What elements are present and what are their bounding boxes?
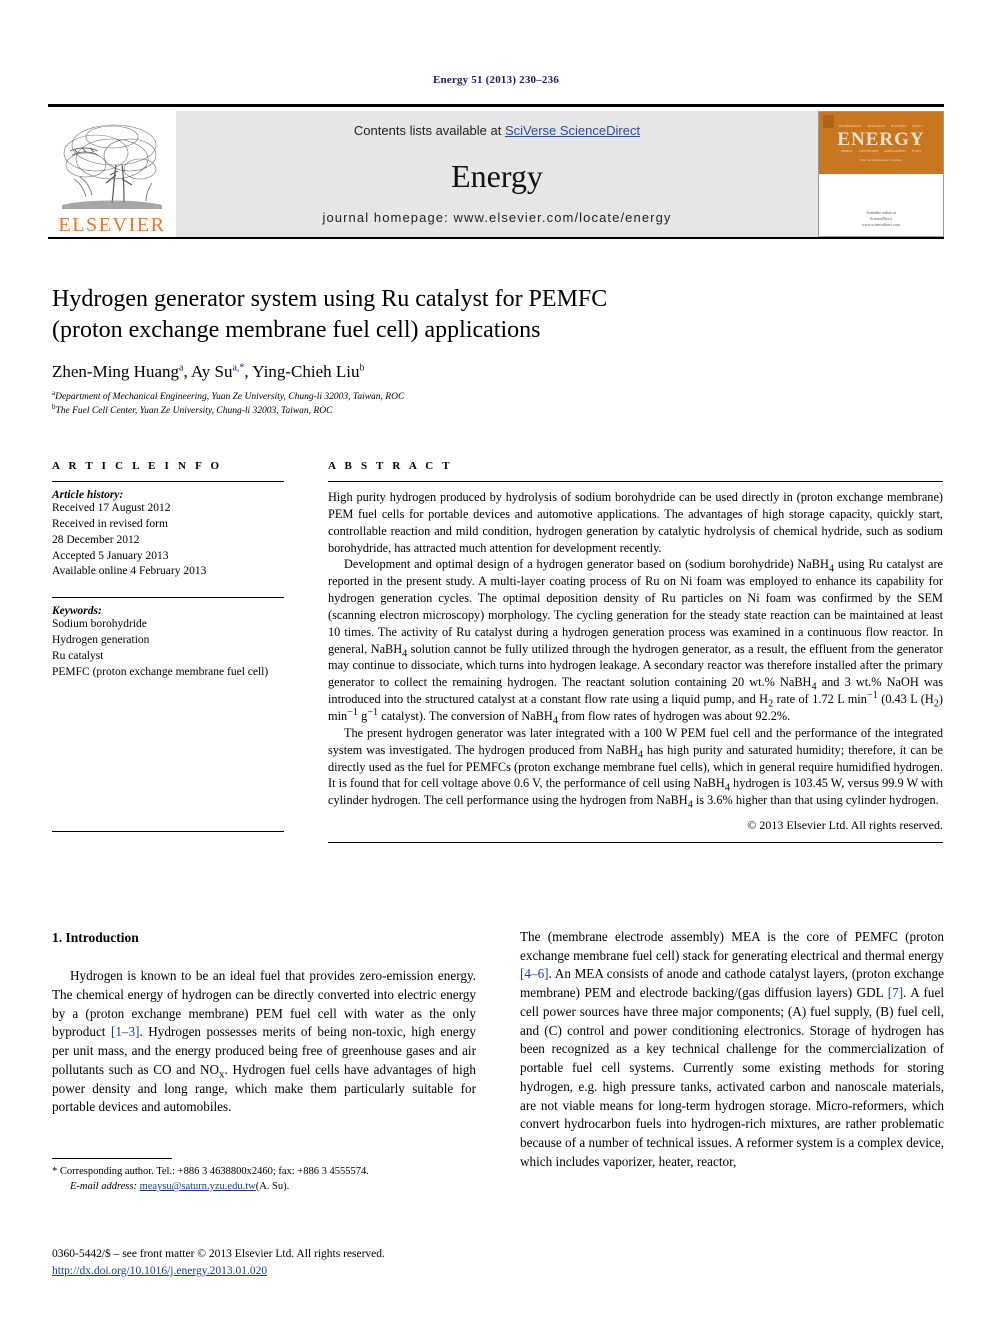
journal-homepage[interactable]: journal homepage: www.elsevier.com/locat… — [322, 210, 671, 225]
elsevier-tree-icon — [56, 119, 168, 215]
keyword-item: Ru catalyst — [52, 650, 104, 663]
footnote-block: * Corresponding author. Tel.: +886 3 463… — [52, 1158, 476, 1194]
cover-subtitle: The International Journal — [859, 158, 903, 162]
elsevier-wordmark: ELSEVIER — [58, 214, 166, 236]
article-info-rule — [52, 481, 284, 482]
keyword-item: Hydrogen generation — [52, 634, 150, 647]
journal-banner: ELSEVIER Contents lists available at Sci… — [48, 104, 944, 239]
issn-copyright-line: 0360-5442/$ – see front matter © 2013 El… — [52, 1248, 385, 1260]
cover-tiny-label: MANAGEMENT — [884, 149, 906, 153]
keyword-item: PEMFC (proton exchange membrane fuel cel… — [52, 665, 269, 678]
cover-tiny-label: CONVERSION — [858, 149, 879, 153]
contents-list-line: Contents lists available at SciVerse Sci… — [354, 123, 640, 138]
cover-title: ENERGY — [837, 129, 925, 150]
author-name: Ying-Chieh Liu — [252, 362, 360, 382]
abstract-paragraph: Development and optimal design of a hydr… — [328, 557, 944, 727]
abstract-rule — [328, 481, 943, 482]
affiliation-list: aDepartment of Mechanical Engineering, Y… — [52, 390, 752, 419]
page-title: Hydrogen generator system using Ru catal… — [52, 284, 752, 345]
cover-logo-mark — [823, 115, 834, 128]
abstract-block: A B S T R A C T High purity hydrogen pro… — [328, 460, 944, 844]
corresponding-author-note: * Corresponding author. Tel.: +886 3 463… — [52, 1166, 369, 1177]
abstract-heading: A B S T R A C T — [328, 460, 453, 472]
cover-footer-line3: www.sciencedirect.com — [861, 222, 901, 227]
history-item: Available online 4 February 2013 — [52, 565, 207, 578]
history-item: Received 17 August 2012 — [52, 502, 171, 514]
author-mark: a — [179, 362, 184, 374]
paper-page: Energy 51 (2013) 230–236 ELSEVIER Conten… — [0, 0, 992, 1323]
author-mark: a,* — [232, 362, 245, 374]
abstract-copyright: © 2013 Elsevier Ltd. All rights reserved… — [747, 818, 943, 833]
history-item: Accepted 5 January 2013 — [52, 549, 169, 562]
imprint-block: 0360-5442/$ – see front matter © 2013 El… — [52, 1246, 552, 1279]
cover-tiny-label: RESOURCES — [867, 124, 885, 128]
author-mark: b — [359, 362, 365, 374]
section-heading-introduction: 1. Introduction — [52, 930, 139, 945]
author-list: Zhen-Ming Huanga, Ay Sua,*, Ying-Chieh L… — [52, 362, 365, 382]
article-history-list: Received 17 August 2012 Received in revi… — [52, 501, 284, 580]
journal-cover-thumbnail: TECHNOLOGIES RESOURCES PLANNING POLICY E… — [818, 111, 944, 237]
abstract-bottom-rule — [328, 842, 943, 844]
cover-tiny-label: PLANNING — [891, 124, 907, 128]
abstract-paragraph: High purity hydrogen produced by hydroly… — [328, 490, 943, 555]
intro-paragraph-left: Hydrogen is known to be an ideal fuel th… — [52, 968, 476, 1115]
affiliation-item: bThe Fuel Cell Center, Yuan Ze Universit… — [52, 404, 752, 419]
history-item: 28 December 2012 — [52, 533, 140, 546]
affiliation-item: aDepartment of Mechanical Engineering, Y… — [52, 390, 752, 405]
body-column-right: The (membrane electrode assembly) MEA is… — [520, 928, 944, 1172]
article-history-label: Article history: — [52, 489, 124, 501]
cover-tiny-labels-top: TECHNOLOGIES RESOURCES PLANNING POLICY — [839, 124, 923, 128]
cover-tiny-label: POLICY — [912, 124, 924, 128]
footnote-rule — [52, 1158, 172, 1159]
journal-title: Energy — [451, 158, 543, 194]
title-block: Hydrogen generator system using Ru catal… — [52, 284, 752, 419]
banner-bottom-rule — [48, 237, 944, 239]
cover-top-band: TECHNOLOGIES RESOURCES PLANNING POLICY E… — [819, 112, 943, 174]
info-bottom-rule — [52, 830, 284, 832]
cover-tiny-label: FUELS — [912, 149, 922, 153]
keywords-label: Keywords: — [52, 605, 102, 618]
keyword-item: Sodium borohydride — [52, 618, 147, 631]
banner-center: Contents lists available at SciVerse Sci… — [176, 111, 818, 237]
affiliation-text: The Fuel Cell Center, Yuan Ze University… — [55, 406, 333, 417]
sciencedirect-link[interactable]: SciVerse ScienceDirect — [505, 123, 640, 138]
running-head: Energy 51 (2013) 230–236 — [432, 74, 560, 86]
author-name: Ay Su — [191, 362, 233, 382]
history-item: Received in revised form — [52, 517, 168, 530]
cover-tiny-labels-bottom: ENERGY CONVERSION MANAGEMENT FUELS — [841, 149, 921, 153]
abstract-paragraph: The present hydrogen generator was later… — [328, 725, 944, 811]
email-owner: (A. Su). — [255, 1181, 290, 1193]
email-label: E-mail address: — [70, 1181, 137, 1193]
cover-tiny-label: ENERGY — [840, 149, 853, 153]
article-info-heading: A R T I C L E I N F O — [52, 460, 223, 472]
contents-prefix: Contents lists available at — [353, 123, 505, 138]
intro-paragraph-right: The (membrane electrode assembly) MEA is… — [520, 929, 944, 1169]
doi-link[interactable]: http://dx.doi.org/10.1016/j.energy.2013.… — [52, 1265, 267, 1277]
email-link[interactable]: meaysu@saturn.yzu.edu.tw — [140, 1181, 256, 1192]
keywords-rule — [52, 597, 284, 599]
cover-bottom-area: Available online at ScienceDirect www.sc… — [819, 174, 943, 236]
email-note: E-mail address: meaysu@saturn.yzu.edu.tw… — [52, 1179, 476, 1194]
cover-tiny-label: TECHNOLOGIES — [838, 124, 862, 128]
elsevier-logo: ELSEVIER — [48, 111, 176, 237]
title-line-2: (proton exchange membrane fuel cell) app… — [52, 316, 541, 343]
keywords-list: Sodium borohydride Hydrogen generation R… — [52, 617, 284, 680]
author-name: Zhen-Ming Huang — [52, 362, 180, 382]
affiliation-text: Department of Mechanical Engineering, Yu… — [55, 392, 405, 403]
body-columns: 1. Introduction Hydrogen is known to be … — [52, 928, 944, 1172]
title-line-1: Hydrogen generator system using Ru catal… — [52, 286, 608, 312]
article-info-block: A R T I C L E I N F O Article history: R… — [52, 460, 284, 832]
body-column-left: 1. Introduction Hydrogen is known to be … — [52, 928, 476, 1172]
